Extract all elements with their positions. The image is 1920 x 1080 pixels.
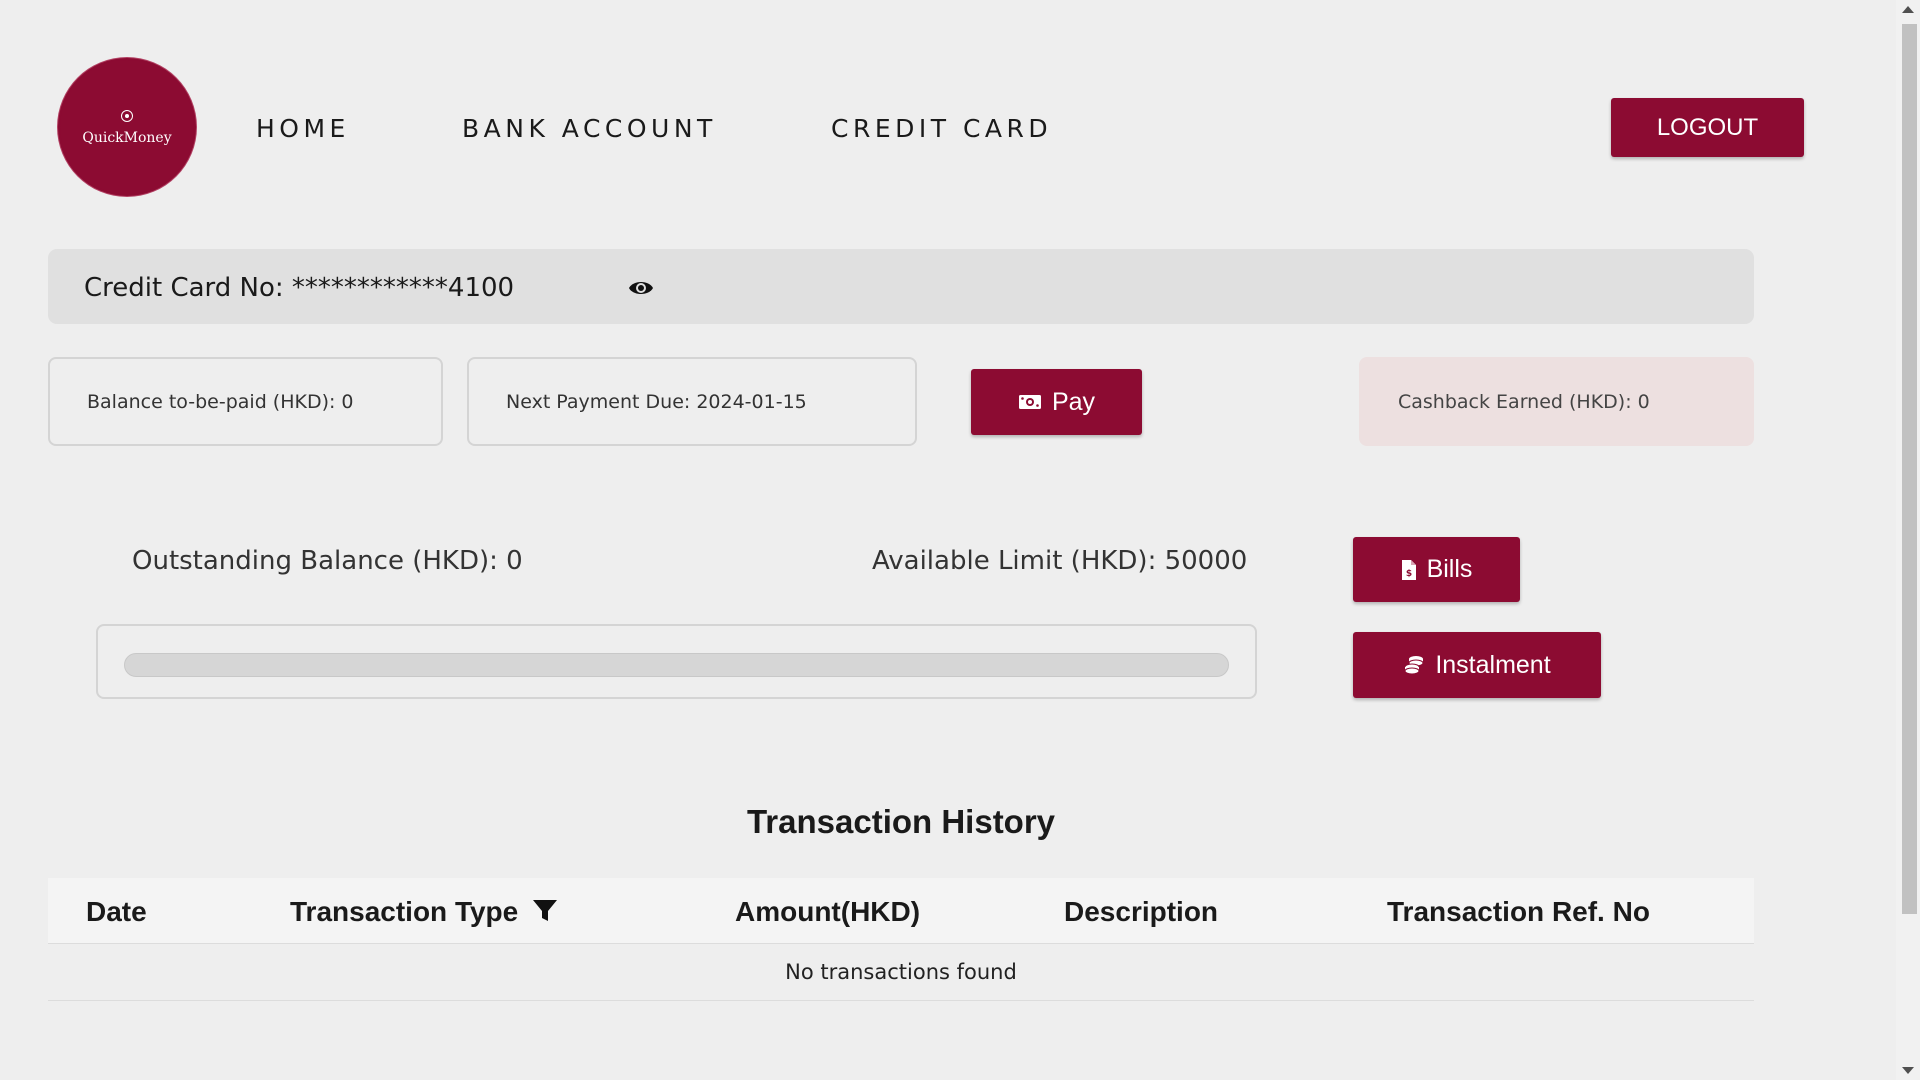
quickmoney-logo[interactable]: QuickMoney	[60, 60, 194, 194]
next-payment-due-text: Next Payment Due: 2024-01-15	[506, 390, 807, 413]
available-limit: Available Limit (HKD): 50000	[872, 546, 1248, 576]
card-number-bar: Credit Card No: ************4100	[48, 249, 1754, 324]
next-payment-due-box: Next Payment Due: 2024-01-15	[467, 357, 917, 446]
logo-emblem-icon	[120, 109, 134, 126]
filter-icon[interactable]	[532, 899, 558, 923]
coins-icon	[1404, 656, 1424, 675]
logo-text: QuickMoney	[82, 129, 172, 146]
column-header-transaction-type-label: Transaction Type	[290, 896, 519, 927]
balance-to-be-paid-box: Balance to-be-paid (HKD): 0	[48, 357, 443, 446]
cashback-earned-box: Cashback Earned (HKD): 0	[1359, 357, 1754, 446]
svg-text:$: $	[1405, 569, 1411, 579]
nav-credit-card[interactable]: CREDIT CARD	[831, 114, 1052, 143]
page: QuickMoney HOME BANK ACCOUNT CREDIT CARD…	[0, 0, 1920, 1080]
bills-button[interactable]: $ Bills	[1353, 537, 1520, 602]
column-header-description: Description	[1064, 896, 1219, 927]
eye-icon[interactable]	[628, 278, 654, 298]
pay-button[interactable]: Pay	[971, 369, 1142, 435]
vertical-scrollbar[interactable]	[1896, 0, 1920, 1080]
outstanding-balance: Outstanding Balance (HKD): 0	[132, 546, 523, 576]
transaction-history-title: Transaction History	[746, 803, 1056, 840]
column-header-date: Date	[86, 896, 147, 927]
nav-bank-account[interactable]: BANK ACCOUNT	[462, 114, 717, 143]
scroll-thumb[interactable]	[1902, 24, 1917, 914]
credit-usage-progress-bar	[124, 653, 1229, 677]
logout-button[interactable]: LOGOUT	[1611, 98, 1804, 157]
credit-usage-panel	[96, 624, 1257, 699]
cashback-earned-text: Cashback Earned (HKD): 0	[1398, 390, 1650, 413]
bills-button-label: Bills	[1426, 555, 1473, 583]
card-number-label: Credit Card No: ************4100	[84, 273, 515, 303]
no-transactions-message: No transactions found	[48, 944, 1754, 1001]
pay-button-label: Pay	[1051, 387, 1096, 416]
column-header-amount: Amount(HKD)	[735, 896, 921, 927]
instalment-button[interactable]: Instalment	[1353, 632, 1601, 698]
transaction-table-header: Date Transaction Type Amount(HKD) Descri…	[48, 878, 1754, 944]
instalment-button-label: Instalment	[1435, 650, 1551, 679]
file-invoice-dollar-icon: $	[1401, 559, 1416, 580]
money-bill-icon	[1018, 395, 1041, 409]
scroll-down-arrow-icon[interactable]	[1902, 1067, 1914, 1074]
nav-home[interactable]: HOME	[256, 114, 350, 143]
balance-to-be-paid-text: Balance to-be-paid (HKD): 0	[87, 390, 354, 413]
column-header-transaction-ref: Transaction Ref. No	[1387, 896, 1650, 927]
column-header-transaction-type[interactable]: Transaction Type	[290, 896, 558, 928]
scroll-up-arrow-icon[interactable]	[1902, 6, 1914, 13]
